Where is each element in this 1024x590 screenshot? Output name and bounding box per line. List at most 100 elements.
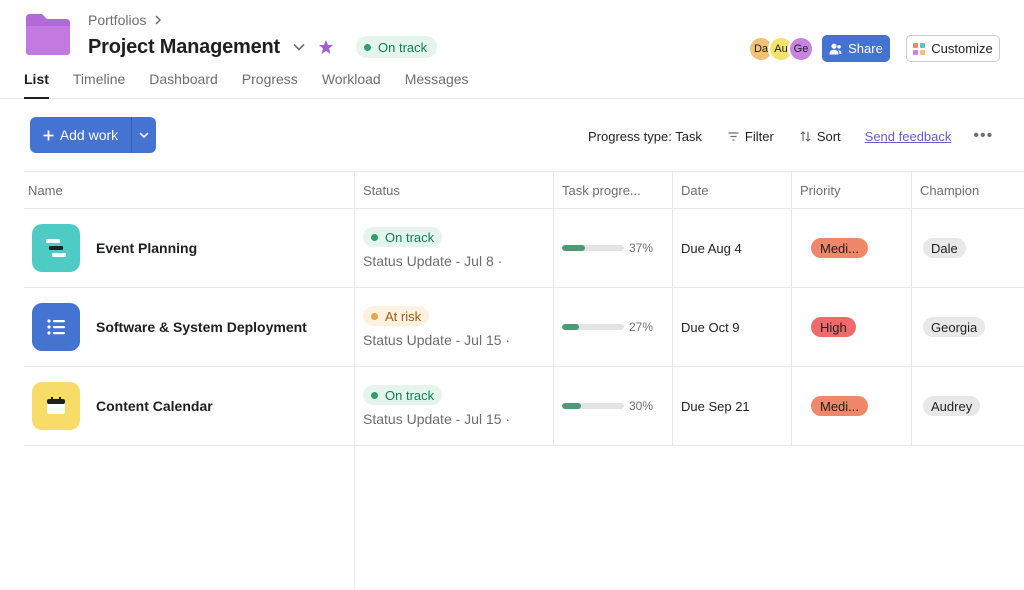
column-header-date[interactable]: Date: [672, 172, 791, 208]
name-cell[interactable]: Software & System Deployment: [24, 288, 354, 366]
add-work-main[interactable]: Add work: [30, 117, 132, 153]
status-cell[interactable]: At risk Status Update - Jul 15 ·: [354, 288, 553, 366]
status-update-text[interactable]: Status Update - Jul 8 ·: [363, 253, 502, 269]
add-work-label: Add work: [59, 127, 119, 143]
due-date: Due Oct 9: [681, 319, 740, 335]
tab-progress[interactable]: Progress: [242, 70, 298, 99]
tab-dashboard[interactable]: Dashboard: [149, 70, 218, 99]
column-header-priority[interactable]: Priority: [791, 172, 911, 208]
page-title: Project Management: [88, 35, 281, 58]
table-header: Name Status Task progre... Date Priority…: [24, 171, 1024, 209]
share-label: Share: [848, 41, 883, 56]
progress-bar-fill: [562, 245, 585, 251]
column-header-champion[interactable]: Champion: [911, 172, 1024, 208]
status-badge[interactable]: At risk: [363, 306, 430, 326]
breadcrumb-portfolios[interactable]: Portfolios: [88, 12, 146, 28]
calendar-icon: [32, 382, 80, 430]
status-badge[interactable]: On track: [363, 227, 443, 247]
column-header-task-progress[interactable]: Task progre...: [553, 172, 672, 208]
status-badge[interactable]: On track: [363, 385, 443, 405]
progress-cell: 37%: [553, 209, 672, 287]
status-dot: [364, 43, 372, 51]
date-cell[interactable]: Due Aug 4: [672, 209, 791, 287]
due-date: Due Aug 4: [681, 240, 742, 256]
progress-bar-fill: [562, 324, 579, 330]
date-cell[interactable]: Due Sep 21: [672, 367, 791, 445]
status-label: On track: [385, 387, 435, 403]
tab-timeline[interactable]: Timeline: [73, 70, 125, 99]
progress-percent: 30%: [629, 399, 654, 413]
breadcrumb[interactable]: Portfolios: [88, 12, 162, 28]
chevron-right-icon: [155, 15, 162, 25]
priority-cell[interactable]: Medi...: [791, 367, 911, 445]
table-row[interactable]: Software & System Deployment At risk Sta…: [24, 288, 1024, 367]
progress-bar-fill: [562, 403, 581, 409]
tab-bar: List Timeline Dashboard Progress Workloa…: [24, 70, 469, 99]
progress-percent: 27%: [629, 320, 654, 334]
priority-cell[interactable]: High: [791, 288, 911, 366]
table-row[interactable]: Event Planning On track Status Update - …: [24, 209, 1024, 288]
status-cell[interactable]: On track Status Update - Jul 15 ·: [354, 367, 553, 445]
sort-label: Sort: [816, 128, 841, 144]
date-cell[interactable]: Due Oct 9: [672, 288, 791, 366]
status-dot: [371, 233, 378, 241]
progress-type-selector[interactable]: Progress type: Task: [588, 129, 702, 144]
status-cell[interactable]: On track Status Update - Jul 8 ·: [354, 209, 553, 287]
list-icon: [32, 303, 80, 351]
champion-cell[interactable]: Dale: [911, 209, 1024, 287]
column-header-status[interactable]: Status: [354, 172, 553, 208]
more-options-icon[interactable]: •••: [973, 127, 993, 145]
progress-bar: [562, 403, 624, 409]
progress-bar: [562, 324, 624, 330]
avatar-group[interactable]: Da Au Ge: [748, 36, 814, 62]
status-update-text[interactable]: Status Update - Jul 15 ·: [363, 411, 510, 427]
project-name[interactable]: Software & System Deployment: [96, 319, 307, 335]
send-feedback-link[interactable]: Send feedback: [865, 129, 952, 144]
customize-button[interactable]: Customize: [906, 35, 1000, 62]
portfolio-header: Portfolios Project Management On track D…: [0, 0, 1024, 99]
status-label: At risk: [385, 308, 422, 324]
timeline-icon: [32, 224, 80, 272]
name-cell[interactable]: Event Planning: [24, 209, 354, 287]
chevron-down-icon[interactable]: [292, 40, 306, 54]
status-label: On track: [385, 229, 435, 245]
priority-cell[interactable]: Medi...: [791, 209, 911, 287]
sort-icon: [800, 130, 811, 142]
sort-button[interactable]: Sort: [800, 129, 841, 144]
champion-cell[interactable]: Georgia: [911, 288, 1024, 366]
chevron-down-icon: [139, 132, 149, 138]
progress-type-label: Progress type: Task: [588, 128, 702, 144]
filter-icon: [728, 131, 739, 141]
share-button[interactable]: Share: [822, 35, 890, 62]
filter-label: Filter: [744, 128, 774, 144]
tab-messages[interactable]: Messages: [405, 70, 469, 99]
status-update-text[interactable]: Status Update - Jul 15 ·: [363, 332, 510, 348]
column-divider: [354, 446, 355, 590]
tab-workload[interactable]: Workload: [322, 70, 381, 99]
champion-badge[interactable]: Georgia: [923, 317, 986, 337]
status-badge-label: On track: [378, 39, 428, 55]
projects-table: Name Status Task progre... Date Priority…: [24, 171, 1024, 446]
star-icon[interactable]: [318, 39, 334, 55]
priority-badge[interactable]: Medi...: [811, 396, 869, 416]
progress-cell: 27%: [553, 288, 672, 366]
champion-badge[interactable]: Dale: [923, 238, 966, 258]
priority-badge[interactable]: High: [811, 317, 856, 337]
add-work-button[interactable]: Add work: [30, 117, 156, 153]
status-badge[interactable]: On track: [356, 36, 438, 58]
tab-list[interactable]: List: [24, 70, 49, 99]
plus-icon: [43, 130, 54, 140]
filter-button[interactable]: Filter: [728, 129, 774, 144]
champion-badge[interactable]: Audrey: [923, 396, 981, 416]
avatar[interactable]: Ge: [788, 36, 814, 62]
customize-label: Customize: [931, 41, 993, 56]
title-row: Project Management On track: [88, 34, 438, 60]
table-row[interactable]: Content Calendar On track Status Update …: [24, 367, 1024, 446]
add-work-dropdown[interactable]: [132, 117, 156, 153]
column-header-name[interactable]: Name: [24, 172, 354, 208]
project-name[interactable]: Event Planning: [96, 240, 197, 256]
project-name[interactable]: Content Calendar: [96, 398, 213, 414]
name-cell[interactable]: Content Calendar: [24, 367, 354, 445]
champion-cell[interactable]: Audrey: [911, 367, 1024, 445]
priority-badge[interactable]: Medi...: [811, 238, 869, 258]
